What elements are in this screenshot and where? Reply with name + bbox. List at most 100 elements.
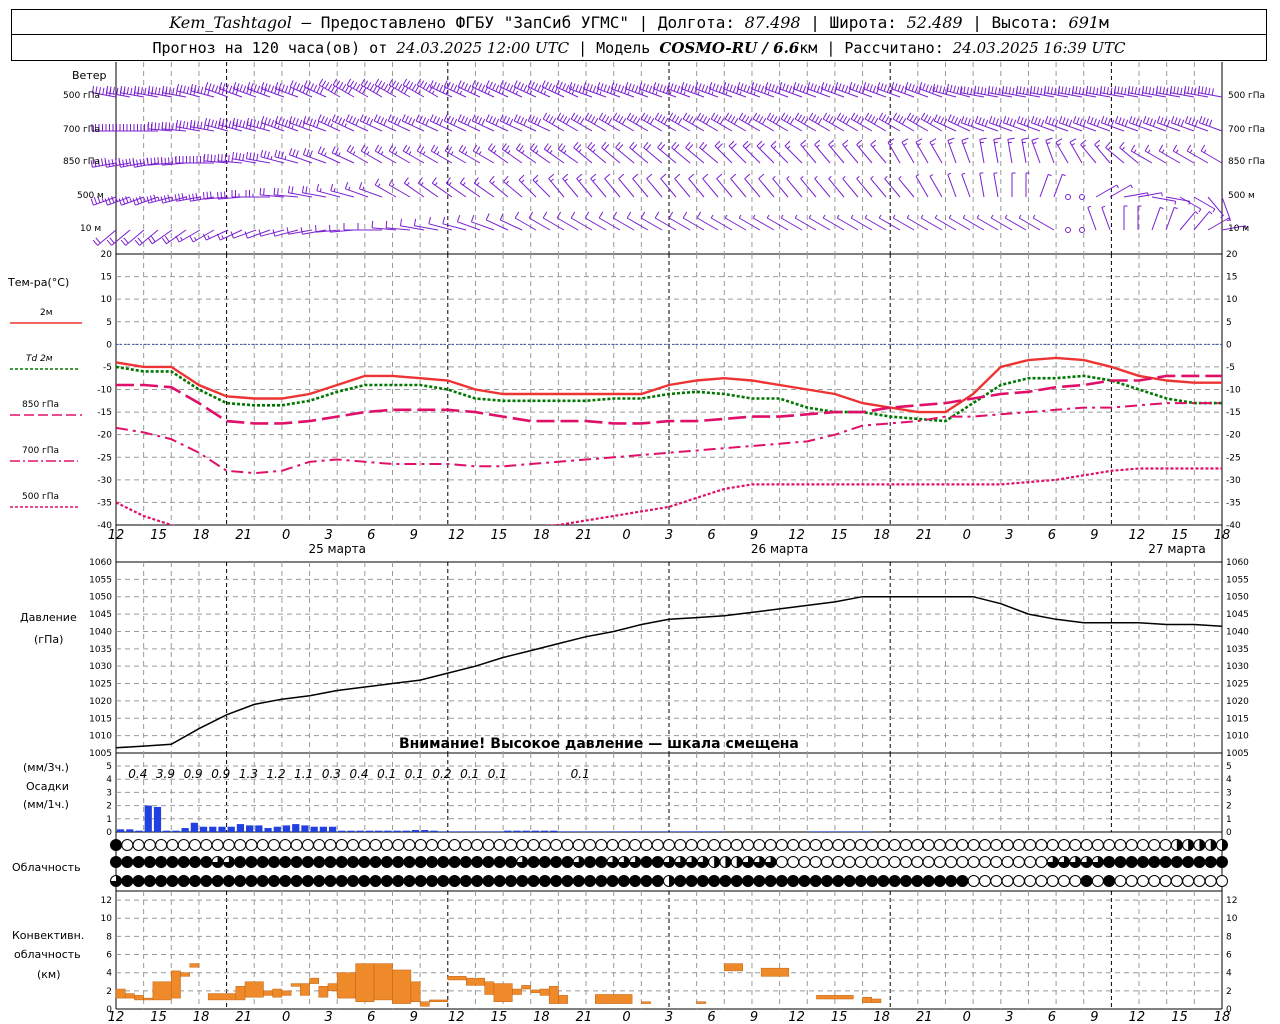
cloud-fill-full [1081, 875, 1093, 887]
wind-barb-feather [1183, 85, 1187, 93]
wind-barb-feather [1008, 87, 1011, 95]
wind-barb-feather [551, 84, 556, 92]
wind-barb-feather [1173, 86, 1176, 94]
wind-barb-feather [345, 114, 350, 122]
precip-bar [227, 826, 235, 832]
wind-barb-feather [495, 84, 500, 92]
cloud-symbol [1182, 875, 1195, 887]
cloud-symbol [584, 839, 596, 851]
wind-barb-feather [841, 84, 845, 92]
wind-barb-feather [1043, 85, 1047, 93]
wind-barb-feather [1195, 211, 1199, 215]
wind-barb-feather [1158, 144, 1164, 152]
wind-barb-feather [433, 146, 439, 154]
wind-barb-feather [1047, 86, 1050, 94]
wind-barb-shaft [961, 140, 971, 164]
wind-barb-feather [589, 144, 596, 151]
wind-barb-feather [870, 139, 877, 145]
cloud-symbol [1012, 875, 1025, 887]
convective-cloud-bars [115, 963, 882, 1007]
wind-barb-feather [864, 214, 868, 219]
wind-barb-feather [1117, 86, 1120, 94]
cloud-symbol [595, 839, 608, 851]
precip-bar [448, 831, 457, 832]
cloud-fill-full [618, 875, 630, 887]
cloud-symbol [516, 839, 529, 851]
conv-bar [115, 988, 126, 999]
wind-barb-feather [1062, 173, 1066, 177]
cloud-fill-full [573, 875, 585, 887]
cloud-symbol [990, 875, 1003, 887]
wind-barb-feather [632, 116, 638, 123]
wind-barb-feather [702, 173, 709, 179]
temp-tick-left: -20 [97, 431, 112, 441]
precip-3h-total: 1.1 [294, 767, 313, 781]
cloud-fill-full [787, 875, 799, 887]
conv-bar [373, 963, 393, 1001]
wind-barb-feather [102, 87, 105, 95]
wind-barb-feather [635, 117, 641, 125]
cloud-fill-half [669, 875, 675, 887]
precip-bar [319, 826, 327, 832]
wind-barb-feather [277, 125, 280, 129]
wind-barb-feather [1208, 119, 1213, 127]
wind-barb-feather [137, 237, 143, 244]
cloud-fill-full [392, 856, 404, 868]
wind-barb-feather [135, 197, 140, 205]
wind-barb-shaft [1039, 174, 1049, 198]
precip-3h-total: 0.1 [571, 767, 590, 781]
wind-barb-feather [936, 115, 941, 123]
wind-barb-feather [267, 84, 271, 92]
precip-3h-total: 3.9 [156, 767, 175, 781]
cloud-symbol [956, 856, 969, 868]
precip-bar [550, 830, 558, 832]
cloud-fill-full [528, 856, 540, 868]
wind-barb-feather [1194, 119, 1199, 127]
wind-barb-feather [470, 215, 475, 222]
precip-bar [826, 831, 834, 832]
precip-bar [614, 831, 622, 832]
precip-bar [494, 831, 503, 832]
wind-barb-shaft [784, 145, 803, 164]
wind-barb-feather [324, 117, 329, 125]
wind-barb-feather [366, 82, 372, 89]
wind-barb-shaft [643, 147, 663, 164]
wind-barb-feather [154, 122, 157, 130]
cloud-symbol [798, 856, 811, 868]
wind-calm [1079, 227, 1085, 233]
wind-barb-feather [1130, 144, 1136, 152]
wind-barb-feather [1004, 214, 1008, 219]
wind-barb-feather [341, 118, 346, 126]
wind-barb-feather [295, 150, 299, 158]
conv-bar [558, 995, 568, 1004]
wind-barb-feather [235, 152, 238, 160]
time-tick-label-bottom: 18 [873, 1010, 890, 1024]
wind-barb-feather [118, 198, 122, 206]
wind-barb-feather [634, 85, 639, 93]
wind-barb-feather [556, 211, 562, 219]
wind-barb-feather [1001, 85, 1005, 93]
wind-barb-feather [259, 187, 262, 195]
cloud-symbol [911, 856, 924, 868]
wind-barb-feather [587, 141, 593, 148]
wind-barb-feather [1174, 206, 1178, 210]
cloud-symbol [1103, 839, 1116, 851]
conv-bar [530, 989, 541, 993]
wind-barb-feather [842, 176, 846, 179]
wind-barb-feather [800, 176, 804, 179]
wind-barb-feather [211, 119, 214, 127]
wind-barb-feather [509, 118, 514, 126]
precip-bar [292, 824, 300, 832]
cloud-symbol [1069, 875, 1082, 887]
wind-barb-feather [844, 85, 849, 93]
time-tick-label-temp: 18 [533, 528, 550, 543]
wind-barb-feather [513, 114, 518, 122]
wind-barb-feather [813, 84, 817, 92]
wind-barb-feather [196, 121, 199, 129]
wind-barb-feather [1130, 184, 1133, 189]
wind-barb-feather [318, 78, 324, 86]
wind-barb-shaft [1053, 174, 1063, 198]
wind-barb-feather [548, 116, 554, 123]
wind-barb-feather [1200, 144, 1206, 152]
cloud-symbol [550, 839, 563, 851]
